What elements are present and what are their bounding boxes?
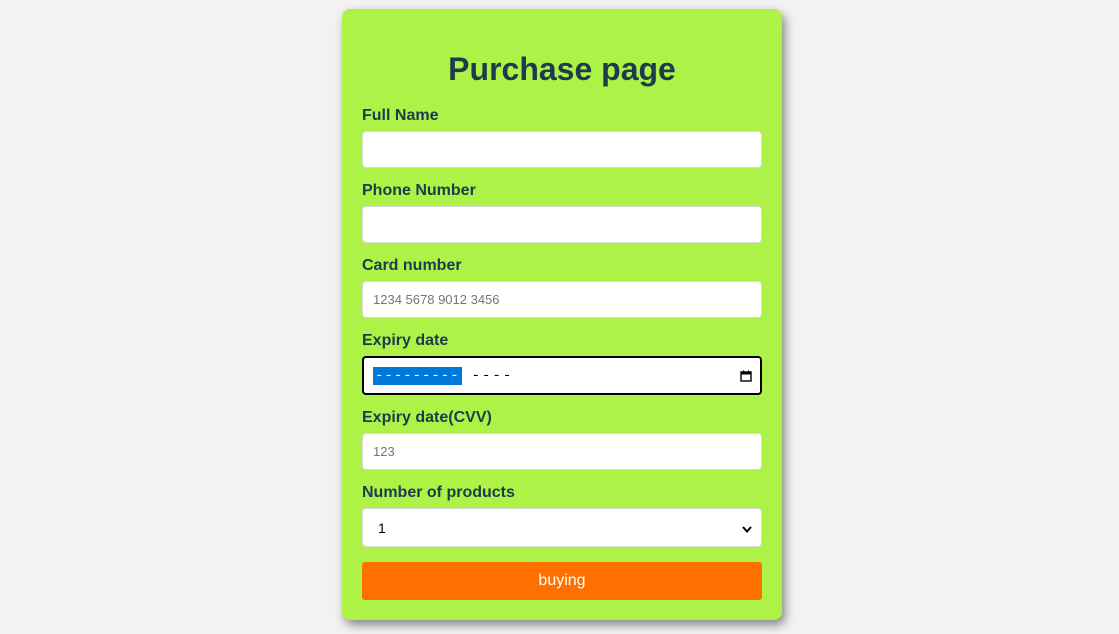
full-name-input[interactable] bbox=[362, 131, 762, 168]
expiry-year-segment[interactable]: ---- bbox=[472, 368, 514, 384]
cvv-input[interactable]: 123 bbox=[362, 433, 762, 470]
buying-button[interactable]: buying bbox=[362, 562, 762, 600]
calendar-icon[interactable] bbox=[740, 370, 752, 382]
phone-number-input[interactable] bbox=[362, 206, 762, 243]
full-name-label: Full Name bbox=[362, 107, 439, 124]
chevron-down-icon[interactable] bbox=[741, 522, 753, 534]
products-count-value: 1 bbox=[378, 519, 386, 536]
products-count-label: Number of products bbox=[362, 484, 515, 501]
expiry-date-label: Expiry date bbox=[362, 332, 449, 349]
products-count-select[interactable]: 1 bbox=[362, 508, 762, 547]
purchase-form-card: Purchase page Full Name Phone Number Car… bbox=[342, 9, 782, 620]
card-number-input[interactable]: 1234 5678 9012 3456 bbox=[362, 281, 762, 318]
card-number-label: Card number bbox=[362, 257, 462, 274]
cvv-label: Expiry date(CVV) bbox=[362, 409, 492, 426]
card-number-placeholder: 1234 5678 9012 3456 bbox=[373, 292, 500, 307]
phone-number-label: Phone Number bbox=[362, 182, 476, 199]
cvv-placeholder: 123 bbox=[373, 444, 395, 459]
expiry-month-segment[interactable]: --------- bbox=[373, 366, 462, 385]
page-title: Purchase page bbox=[448, 51, 676, 87]
expiry-date-input[interactable]: --------- ---- bbox=[362, 356, 762, 395]
